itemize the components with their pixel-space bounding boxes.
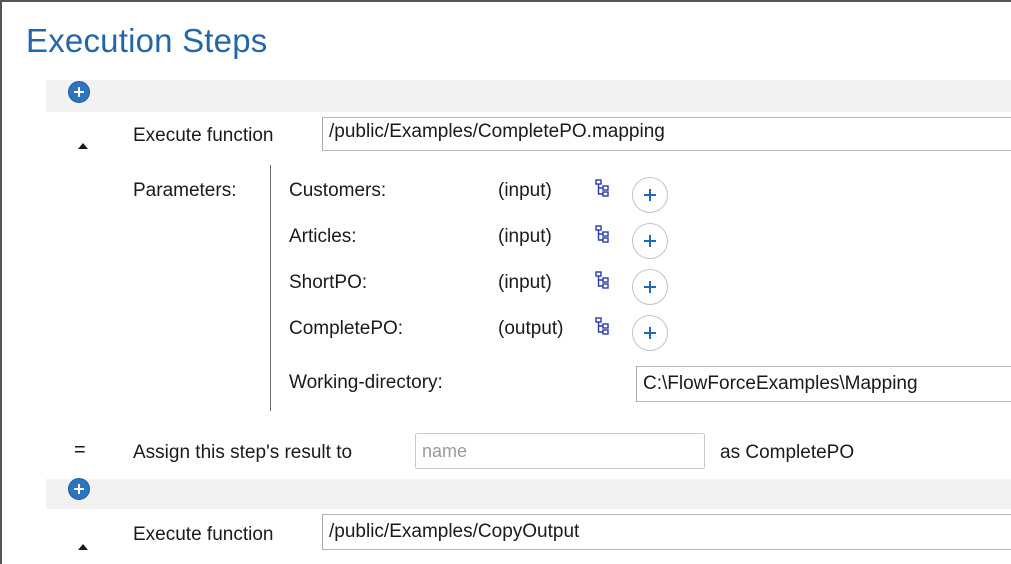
add-parameter-button[interactable] [632,315,668,351]
result-name-input[interactable] [415,433,705,469]
assign-suffix: as CompletePO [720,442,855,463]
parameters-label: Parameters: [133,180,237,201]
param-direction: (output) [498,318,564,339]
assign-label: Assign this step's result to [133,442,353,463]
collapse-triangle-icon[interactable] [78,143,88,149]
function-path-field[interactable]: /public/Examples/CopyOutput [322,514,1011,550]
execute-function-label: Execute function [133,125,274,146]
add-parameter-button[interactable] [632,269,668,305]
param-name-shortpo: ShortPO: [289,272,368,293]
parameters-divider [270,165,271,411]
execute-function-label: Execute function [133,524,274,545]
add-step-button[interactable] [68,81,90,103]
execution-steps-panel: Execution Steps Execute function /public… [0,0,1011,564]
structure-tree-icon[interactable] [595,225,609,243]
step-1 [58,112,1011,484]
working-directory-label: Working-directory: [289,372,443,393]
param-direction: (input) [498,180,552,201]
structure-tree-icon[interactable] [595,317,609,335]
add-parameter-button[interactable] [632,177,668,213]
param-name-completepo: CompletePO: [289,318,404,339]
page-title: Execution Steps [26,22,268,59]
equals-icon: = [74,439,86,461]
function-path-field[interactable]: /public/Examples/CompletePO.mapping [322,117,1011,151]
param-direction: (input) [498,226,552,247]
param-direction: (input) [498,272,552,293]
collapse-triangle-icon[interactable] [78,544,88,550]
add-parameter-button[interactable] [632,223,668,259]
structure-tree-icon[interactable] [595,179,609,197]
param-name-articles: Articles: [289,226,357,247]
working-directory-field[interactable]: C:\FlowForceExamples\Mapping [636,366,1011,402]
step-separator-top [46,80,1011,112]
add-step-button[interactable] [68,478,90,500]
step-separator [46,479,1011,509]
param-name-customers: Customers: [289,180,387,201]
structure-tree-icon[interactable] [595,271,609,289]
